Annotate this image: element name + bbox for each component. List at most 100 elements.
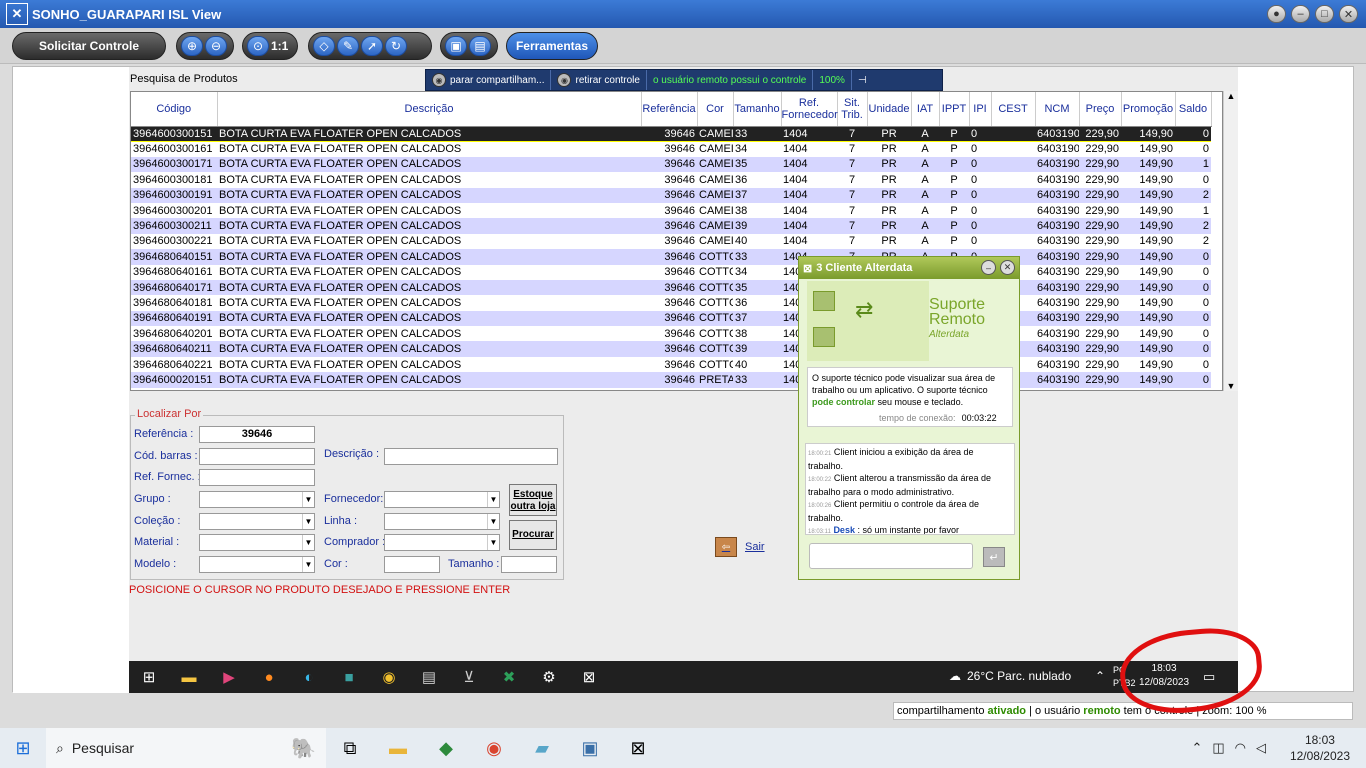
table-row[interactable]: 3964600300181 BOTA CURTA EVA FLOATER OPEN… xyxy=(131,172,1211,187)
descricao-input[interactable] xyxy=(384,448,558,465)
camera-icon[interactable]: ◫ xyxy=(1212,740,1224,756)
file-explorer-icon[interactable]: ▬ xyxy=(374,728,422,768)
firefox-icon[interactable]: ● xyxy=(249,661,289,693)
weather-widget[interactable]: ☁ 26°C Parc. nublado xyxy=(949,669,1071,683)
product-table[interactable]: Código Descrição Referência Cor Tamanho Ref. … xyxy=(130,91,1223,391)
column-header[interactable]: Promoção xyxy=(1121,92,1176,127)
ref-fornec-input[interactable] xyxy=(199,469,315,486)
table-row[interactable]: 3964680640211 BOTA CURTA EVA FLOATER OPEN… xyxy=(131,341,1211,357)
chevron-up-icon[interactable]: ⌃ xyxy=(1095,669,1105,683)
app-icon[interactable]: ■ xyxy=(329,661,369,693)
referencia-input[interactable]: 39646 xyxy=(199,426,315,443)
table-row[interactable]: 3964680640171 BOTA CURTA EVA FLOATER OPEN… xyxy=(131,279,1211,296)
zoom-in-icon[interactable]: ⊕ xyxy=(181,36,203,56)
column-header[interactable]: IAT xyxy=(911,92,940,127)
exit-tool-icon[interactable] xyxy=(813,327,835,347)
table-row[interactable]: 3964600300191 BOTA CURTA EVA FLOATER OPEN… xyxy=(131,187,1211,203)
sair-button[interactable]: ⇦ Sair xyxy=(715,537,765,557)
chat-log[interactable]: 18:00:21 Client iniciou a exibição da ár… xyxy=(805,443,1015,535)
popup-close-button[interactable]: ✕ xyxy=(1000,260,1015,275)
column-header[interactable]: IPI xyxy=(969,92,992,127)
chat-input[interactable] xyxy=(809,543,973,569)
multi-monitor-icon[interactable]: ▤ xyxy=(469,36,491,56)
windows-start-icon[interactable]: ⊞ xyxy=(129,661,169,693)
monitor-icon[interactable]: ▣ xyxy=(445,36,467,56)
edge-icon[interactable]: ◐ xyxy=(289,661,329,693)
pointer-icon[interactable]: ➚ xyxy=(361,36,383,56)
table-row[interactable]: 3964600300201 BOTA CURTA EVA FLOATER OPEN… xyxy=(131,203,1211,218)
column-header[interactable]: Tamanho xyxy=(733,92,782,127)
maximize-button[interactable]: □ xyxy=(1315,5,1334,23)
estoque-outra-loja-button[interactable]: Estoque outra loja xyxy=(509,484,557,516)
table-row[interactable]: 3964680640181 BOTA CURTA EVA FLOATER OPEN… xyxy=(131,295,1211,310)
column-header[interactable]: IPPT xyxy=(939,92,970,127)
table-scrollbar[interactable]: ▲ ▼ xyxy=(1223,91,1238,391)
send-button[interactable]: ↵ xyxy=(983,547,1005,567)
scroll-down-icon[interactable]: ▼ xyxy=(1224,381,1238,391)
table-row[interactable]: 3964680640151 BOTA CURTA EVA FLOATER OPEN… xyxy=(131,249,1211,265)
popup-minimize-button[interactable]: – xyxy=(981,260,996,275)
task-view-icon[interactable]: ⧉ xyxy=(326,728,374,768)
isl-icon[interactable]: ⊠ xyxy=(569,661,609,693)
column-header[interactable]: Sit. Trib. xyxy=(837,92,868,127)
cod-barras-input[interactable] xyxy=(199,448,315,465)
column-header[interactable]: Cor xyxy=(697,92,734,127)
cor-input[interactable] xyxy=(384,556,440,573)
table-row[interactable]: 3964680640191 BOTA CURTA EVA FLOATER OPEN… xyxy=(131,310,1211,327)
fornecedor-select[interactable]: ▼ xyxy=(384,491,500,508)
modelo-select[interactable]: ▼ xyxy=(199,556,315,573)
close-button[interactable]: ✕ xyxy=(1339,5,1358,23)
eraser-icon[interactable]: ◇ xyxy=(313,36,335,56)
file-explorer-icon[interactable]: ▬ xyxy=(169,661,209,693)
options-button[interactable]: ● xyxy=(1267,5,1286,23)
stop-sharing-button[interactable]: ◉ parar compartilham... xyxy=(426,70,552,90)
table-row[interactable]: 3964600300171 BOTA CURTA EVA FLOATER OPEN… xyxy=(131,156,1211,173)
chrome-icon[interactable]: ◉ xyxy=(369,661,409,693)
app-green-icon[interactable]: ◆ xyxy=(422,728,470,768)
tools-button[interactable]: Ferramentas xyxy=(506,32,598,60)
tamanho-input[interactable] xyxy=(501,556,557,573)
zoom-out-icon[interactable]: ⊖ xyxy=(205,36,227,56)
table-row[interactable]: 3964600020151 BOTA CURTA EVA FLOATER OPEN… xyxy=(131,372,1211,388)
column-header[interactable]: Preço xyxy=(1079,92,1122,127)
settings-icon[interactable]: ⚙ xyxy=(529,661,569,693)
chrome-icon[interactable]: ◉ xyxy=(470,728,518,768)
excel-icon[interactable]: ✖ xyxy=(489,661,529,693)
taskbar-search[interactable]: ⌕ Pesquisar 🐘 xyxy=(46,728,326,768)
column-header[interactable]: Unidade xyxy=(867,92,912,127)
grupo-select[interactable]: ▼ xyxy=(199,491,315,508)
column-header[interactable]: Código xyxy=(131,92,218,127)
column-header[interactable]: CEST xyxy=(991,92,1036,127)
comprador-select[interactable]: ▼ xyxy=(384,534,500,551)
column-header[interactable]: Descrição xyxy=(217,92,642,127)
zoom-ratio-button[interactable]: 1:1 xyxy=(271,39,288,53)
windows-start-icon[interactable]: ⊞ xyxy=(0,728,46,768)
volume-icon[interactable]: ◁ xyxy=(1256,740,1266,756)
remove-control-button[interactable]: ◉ retirar controle xyxy=(551,70,647,90)
media-app-icon[interactable]: ▶ xyxy=(209,661,249,693)
table-row[interactable]: 3964600300151 BOTA CURTA EVA FLOATER OPEN… xyxy=(131,125,1211,142)
scroll-up-icon[interactable]: ▲ xyxy=(1224,91,1238,101)
printer-icon[interactable]: ▤ xyxy=(409,661,449,693)
local-clock[interactable]: 18:03 12/08/2023 xyxy=(1290,732,1350,764)
request-control-button[interactable]: Solicitar Controle xyxy=(12,32,166,60)
material-select[interactable]: ▼ xyxy=(199,534,315,551)
minimize-button[interactable]: – xyxy=(1291,5,1310,23)
table-row[interactable]: 3964680640221 BOTA CURTA EVA FLOATER OPEN… xyxy=(131,357,1211,372)
notes-app-icon[interactable]: ▰ xyxy=(518,728,566,768)
column-header[interactable]: Referência xyxy=(641,92,698,127)
column-header[interactable]: Ref. Fornecedor xyxy=(781,92,838,127)
colecao-select[interactable]: ▼ xyxy=(199,513,315,530)
column-header[interactable]: NCM xyxy=(1035,92,1080,127)
pin-icon[interactable]: ⊣ xyxy=(852,70,873,90)
refresh-icon[interactable]: ↻ xyxy=(385,36,407,56)
table-row[interactable]: 3964680640201 BOTA CURTA EVA FLOATER OPEN… xyxy=(131,326,1211,341)
table-row[interactable]: 3964600300221 BOTA CURTA EVA FLOATER OPEN… xyxy=(131,234,1211,249)
linha-select[interactable]: ▼ xyxy=(384,513,500,530)
cart-icon[interactable]: ⊻ xyxy=(449,661,489,693)
table-row[interactable]: 3964600300211 BOTA CURTA EVA FLOATER OPEN… xyxy=(131,218,1211,234)
table-row[interactable]: 3964680640161 BOTA CURTA EVA FLOATER OPEN… xyxy=(131,265,1211,280)
pen-icon[interactable]: ✎ xyxy=(337,36,359,56)
wifi-icon[interactable]: ◠ xyxy=(1235,740,1246,756)
pos-app-icon[interactable]: ▣ xyxy=(566,728,614,768)
